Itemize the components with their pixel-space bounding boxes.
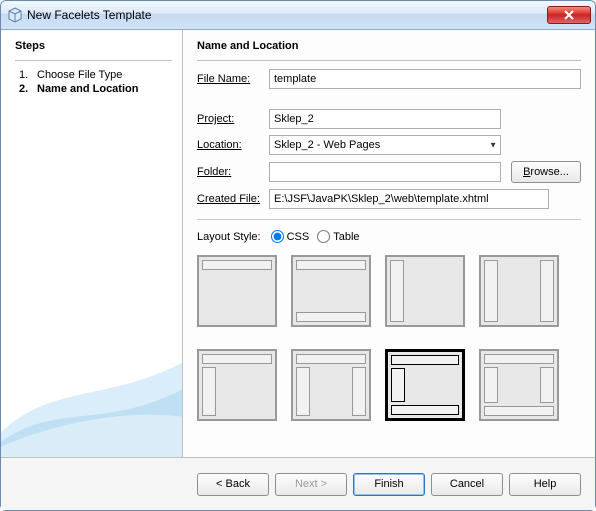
layout-option-5[interactable] (197, 349, 277, 421)
form-separator (197, 219, 581, 220)
step-label: Name and Location (37, 83, 138, 95)
step-number: 2. (19, 83, 37, 95)
radio-table[interactable] (317, 230, 330, 243)
step-label: Choose File Type (37, 69, 122, 81)
layout-option-8[interactable] (479, 349, 559, 421)
location-input[interactable] (269, 135, 501, 155)
dialog-body: Steps 1. Choose File Type 2. Name and Lo… (1, 30, 595, 458)
back-button[interactable]: < Back (197, 473, 269, 496)
radio-table-label: Table (333, 231, 359, 243)
row-project: Project: (197, 109, 581, 129)
step-number: 1. (19, 69, 37, 81)
layout-option-6[interactable] (291, 349, 371, 421)
location-combo[interactable]: ▼ (269, 135, 501, 155)
titlebar: New Facelets Template (1, 1, 595, 30)
layout-option-2[interactable] (291, 255, 371, 327)
folder-label: Folder: (197, 166, 269, 178)
project-input[interactable] (269, 109, 501, 129)
steps-panel: Steps 1. Choose File Type 2. Name and Lo… (1, 30, 183, 457)
layout-option-7[interactable] (385, 349, 465, 421)
close-button[interactable] (547, 6, 591, 24)
content-heading: Name and Location (197, 40, 581, 52)
row-location: Location: ▼ (197, 135, 581, 155)
browse-button[interactable]: Browse... (511, 161, 581, 183)
created-file-label: Created File: (197, 193, 269, 205)
decorative-swoosh (1, 307, 183, 457)
content-panel: Name and Location File Name: Project: Lo… (183, 30, 595, 457)
button-bar: < Back Next > Finish Cancel Help (1, 458, 595, 510)
layout-grid (197, 251, 581, 421)
steps-divider (15, 60, 172, 61)
app-icon (7, 7, 23, 23)
layout-style-label: Layout Style: (197, 231, 261, 243)
filename-label: File Name: (197, 73, 269, 85)
steps-heading: Steps (15, 40, 172, 52)
steps-list: 1. Choose File Type 2. Name and Location (15, 69, 172, 95)
filename-input[interactable] (269, 69, 581, 89)
step-item: 2. Name and Location (19, 83, 172, 95)
radio-css[interactable] (271, 230, 284, 243)
layout-option-3[interactable] (385, 255, 465, 327)
content-divider (197, 60, 581, 61)
step-item: 1. Choose File Type (19, 69, 172, 81)
layout-option-4[interactable] (479, 255, 559, 327)
finish-button[interactable]: Finish (353, 473, 425, 496)
cancel-button[interactable]: Cancel (431, 473, 503, 496)
row-folder: Folder: Browse... (197, 161, 581, 183)
window-title: New Facelets Template (27, 8, 547, 22)
layout-option-1[interactable] (197, 255, 277, 327)
radio-css-label: CSS (287, 231, 310, 243)
location-label: Location: (197, 139, 269, 151)
row-layout-style: Layout Style: CSS Table (197, 230, 581, 243)
created-file-output (269, 189, 549, 209)
next-button[interactable]: Next > (275, 473, 347, 496)
row-filename: File Name: (197, 69, 581, 89)
project-label: Project: (197, 113, 269, 125)
help-button[interactable]: Help (509, 473, 581, 496)
row-created-file: Created File: (197, 189, 581, 209)
folder-input[interactable] (269, 162, 501, 182)
